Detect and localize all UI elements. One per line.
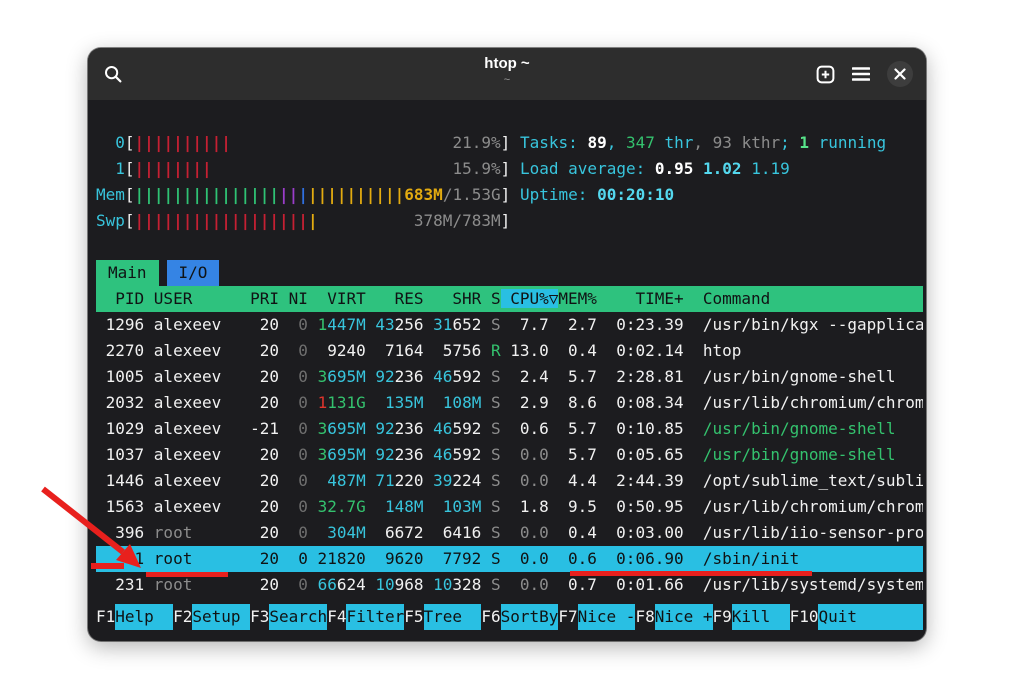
screen-tabs: Main I/O <box>96 260 926 286</box>
fkey-label-nice-[interactable]: Nice - <box>578 604 636 630</box>
process-row[interactable]: 1037 alexeev 20 0 3695M 92236 46592 S 0.… <box>96 442 923 468</box>
stats-line: Tasks: 89, 347 thr, 93 kthr; 1 running <box>520 130 886 156</box>
stats-line: Uptime: 00:20:10 <box>520 182 886 208</box>
fkey-f5: F5 <box>404 604 423 630</box>
menu-button[interactable] <box>852 66 870 82</box>
desktop-background: htop ~ ~ <box>0 0 1009 681</box>
process-row[interactable]: 1563 alexeev 20 0 32.7G 148M 103M S 1.8 … <box>96 494 923 520</box>
fkey-label-kill[interactable]: Kill <box>732 604 790 630</box>
table-header[interactable]: PID USER PRI NI VIRT RES SHR S CPU%▽MEM%… <box>96 286 923 312</box>
meter-swp: Swp[||||||||||||||||||| 378M/783M] <box>96 208 926 234</box>
fkey-f9: F9 <box>713 604 732 630</box>
fkey-f3: F3 <box>250 604 269 630</box>
function-key-bar: F1Help F2Setup F3SearchF4FilterF5Tree F6… <box>96 604 923 630</box>
process-row[interactable]: 396 root 20 0 304M 6672 6416 S 0.0 0.4 0… <box>96 520 923 546</box>
fkey-f1: F1 <box>96 604 115 630</box>
close-icon <box>894 68 906 80</box>
process-row[interactable]: 1005 alexeev 20 0 3695M 92236 46592 S 2.… <box>96 364 923 390</box>
process-row[interactable]: 1296 alexeev 20 0 1447M 43256 31652 S 7.… <box>96 312 923 338</box>
window-title: htop ~ <box>88 54 926 74</box>
fkey-label-tree[interactable]: Tree <box>424 604 482 630</box>
search-icon <box>104 65 123 84</box>
process-row[interactable]: 2032 alexeev 20 0 1131G 135M 108M S 2.9 … <box>96 390 923 416</box>
fkey-f7: F7 <box>558 604 577 630</box>
process-rows: 1296 alexeev 20 0 1447M 43256 31652 S 7.… <box>88 312 926 598</box>
fkey-f2: F2 <box>173 604 192 630</box>
fkey-label-nice-[interactable]: Nice + <box>655 604 713 630</box>
fkey-f10: F10 <box>790 604 819 630</box>
fkey-label-sortby[interactable]: SortBy <box>501 604 559 630</box>
close-button[interactable] <box>887 61 913 87</box>
process-row[interactable]: 1029 alexeev -21 0 3695M 92236 46592 S 0… <box>96 416 923 442</box>
fkey-label-help[interactable]: Help <box>115 604 173 630</box>
fkey-label-setup[interactable]: Setup <box>192 604 250 630</box>
process-row-selected[interactable]: 1 root 20 0 21820 9620 7792 S 0.0 0.6 0:… <box>96 546 923 572</box>
process-row[interactable]: 231 root 20 0 66624 10968 10328 S 0.0 0.… <box>96 572 923 598</box>
fkey-f4: F4 <box>327 604 346 630</box>
stats-line: Load average: 0.95 1.02 1.19 <box>520 156 886 182</box>
fkey-label-quit[interactable]: Quit <box>818 604 923 630</box>
system-stats: Tasks: 89, 347 thr, 93 kthr; 1 runningLo… <box>520 130 886 208</box>
process-row[interactable]: 1446 alexeev 20 0 487M 71220 39224 S 0.0… <box>96 468 923 494</box>
search-button[interactable] <box>104 65 123 84</box>
new-tab-button[interactable] <box>816 65 835 84</box>
terminal-window: htop ~ ~ <box>88 48 926 641</box>
terminal[interactable]: 0[|||||||||| 21.9%] 1[|||||||| 15.9%]Mem… <box>88 100 926 641</box>
window-subtitle: ~ <box>88 74 926 87</box>
new-tab-icon <box>816 65 835 84</box>
fkey-label-search[interactable]: Search <box>269 604 327 630</box>
titlebar[interactable]: htop ~ ~ <box>88 48 926 100</box>
tab-io[interactable]: I/O <box>167 260 220 286</box>
fkey-f6: F6 <box>481 604 500 630</box>
tab-main[interactable]: Main <box>96 260 159 286</box>
fkey-label-filter[interactable]: Filter <box>346 604 404 630</box>
fkey-f8: F8 <box>635 604 654 630</box>
process-row[interactable]: 2270 alexeev 20 0 9240 7164 5756 R 13.0 … <box>96 338 923 364</box>
hamburger-icon <box>852 66 870 82</box>
